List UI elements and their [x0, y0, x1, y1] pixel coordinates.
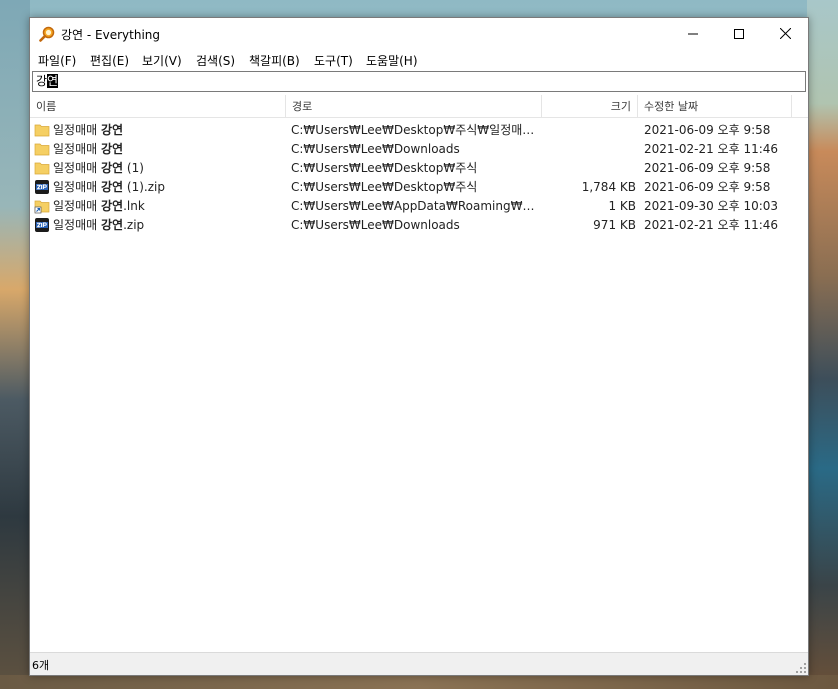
status-bar: 6개 — [30, 652, 808, 675]
list-item[interactable]: 일정매매 강연 (1) C:₩Users₩Lee₩Desktop₩주식 2021… — [30, 159, 808, 178]
menu-bar: 파일(F) 편집(E) 보기(V) 검색(S) 책갈피(B) 도구(T) 도움말… — [30, 49, 808, 69]
column-header-date[interactable]: 수정한 날짜 — [638, 95, 792, 118]
file-path: C:₩Users₩Lee₩Downloads — [291, 218, 460, 232]
maximize-icon — [734, 28, 744, 39]
maximize-button[interactable] — [716, 18, 762, 49]
file-name: 일정매매 강연 (1).zip — [53, 180, 165, 194]
results-list: 일정매매 강연 C:₩Users₩Lee₩Desktop₩주식₩일정매매 강..… — [30, 121, 808, 235]
file-path: C:₩Users₩Lee₩AppData₩Roaming₩Micros... — [291, 199, 539, 213]
file-size — [541, 159, 636, 178]
title-bar[interactable]: 강연 - Everything — [30, 18, 808, 49]
column-header-path[interactable]: 경로 — [286, 95, 542, 118]
file-date: 2021-02-21 오후 11:46 — [644, 142, 779, 156]
close-icon — [779, 28, 791, 39]
column-header-size[interactable]: 크기 — [542, 95, 638, 118]
list-item[interactable]: 일정매매 강연 (1).zip C:₩Users₩Lee₩Desktop₩주식 … — [30, 178, 808, 197]
menu-tools[interactable]: 도구(T) — [314, 52, 353, 69]
column-headers: 이름 경로 크기 수정한 날짜 — [30, 95, 808, 118]
folder-icon — [34, 124, 50, 137]
shortcut-icon — [34, 200, 50, 214]
file-date: 2021-02-21 오후 11:46 — [644, 218, 779, 232]
file-name: 일정매매 강연 — [53, 142, 124, 156]
menu-search[interactable]: 검색(S) — [196, 52, 235, 69]
menu-edit[interactable]: 편집(E) — [90, 52, 129, 69]
file-path: C:₩Users₩Lee₩Desktop₩주식 — [291, 180, 478, 194]
file-date: 2021-09-30 오후 10:03 — [644, 199, 779, 213]
list-item[interactable]: 일정매매 강연.zip C:₩Users₩Lee₩Downloads 971 K… — [30, 216, 808, 235]
list-item[interactable]: 일정매매 강연.lnk C:₩Users₩Lee₩AppData₩Roaming… — [30, 197, 808, 216]
file-date: 2021-06-09 오후 9:58 — [644, 161, 771, 175]
file-path: C:₩Users₩Lee₩Downloads — [291, 142, 460, 156]
zip-archive-icon — [35, 218, 49, 232]
minimize-button[interactable] — [670, 18, 716, 49]
file-date: 2021-06-09 오후 9:58 — [644, 123, 771, 137]
menu-file[interactable]: 파일(F) — [38, 52, 76, 69]
search-input[interactable]: 강연 — [32, 71, 806, 92]
file-size — [541, 140, 636, 159]
list-item[interactable]: 일정매매 강연 C:₩Users₩Lee₩Desktop₩주식₩일정매매 강..… — [30, 121, 808, 140]
file-size: 1 KB — [608, 199, 636, 213]
window-title: 강연 - Everything — [61, 28, 161, 42]
everything-window: 강연 - Everything 파일(F) 편집(E) 보기(V) 검색(S) … — [29, 17, 809, 676]
folder-icon — [34, 143, 50, 156]
menu-help[interactable]: 도움말(H) — [366, 52, 418, 69]
list-item[interactable]: 일정매매 강연 C:₩Users₩Lee₩Downloads 2021-02-2… — [30, 140, 808, 159]
file-size: 1,784 KB — [581, 180, 636, 194]
minimize-icon — [688, 33, 698, 34]
magnifier-app-icon — [39, 26, 55, 42]
column-header-name[interactable]: 이름 — [30, 95, 286, 118]
file-date: 2021-06-09 오후 9:58 — [644, 180, 771, 194]
resize-grip-icon[interactable] — [796, 663, 806, 673]
desktop-wallpaper-left — [0, 0, 30, 689]
file-size: 971 KB — [593, 218, 636, 232]
desktop-wallpaper-bottom — [0, 675, 838, 689]
search-text-selected: 연 — [47, 74, 59, 88]
file-size — [541, 121, 636, 140]
file-name: 일정매매 강연.zip — [53, 218, 145, 232]
close-button[interactable] — [762, 18, 808, 49]
menu-bookmarks[interactable]: 책갈피(B) — [249, 52, 300, 69]
file-name: 일정매매 강연.lnk — [53, 199, 145, 213]
file-path: C:₩Users₩Lee₩Desktop₩주식 — [291, 161, 478, 175]
desktop-wallpaper-right — [807, 0, 838, 689]
zip-archive-icon — [35, 180, 49, 194]
search-text: 강 — [36, 74, 48, 88]
file-name: 일정매매 강연 (1) — [53, 161, 144, 175]
folder-icon — [34, 162, 50, 175]
menu-view[interactable]: 보기(V) — [142, 52, 182, 69]
file-name: 일정매매 강연 — [53, 123, 124, 137]
result-count: 6개 — [32, 659, 50, 672]
file-path: C:₩Users₩Lee₩Desktop₩주식₩일정매매 강... — [291, 123, 539, 137]
